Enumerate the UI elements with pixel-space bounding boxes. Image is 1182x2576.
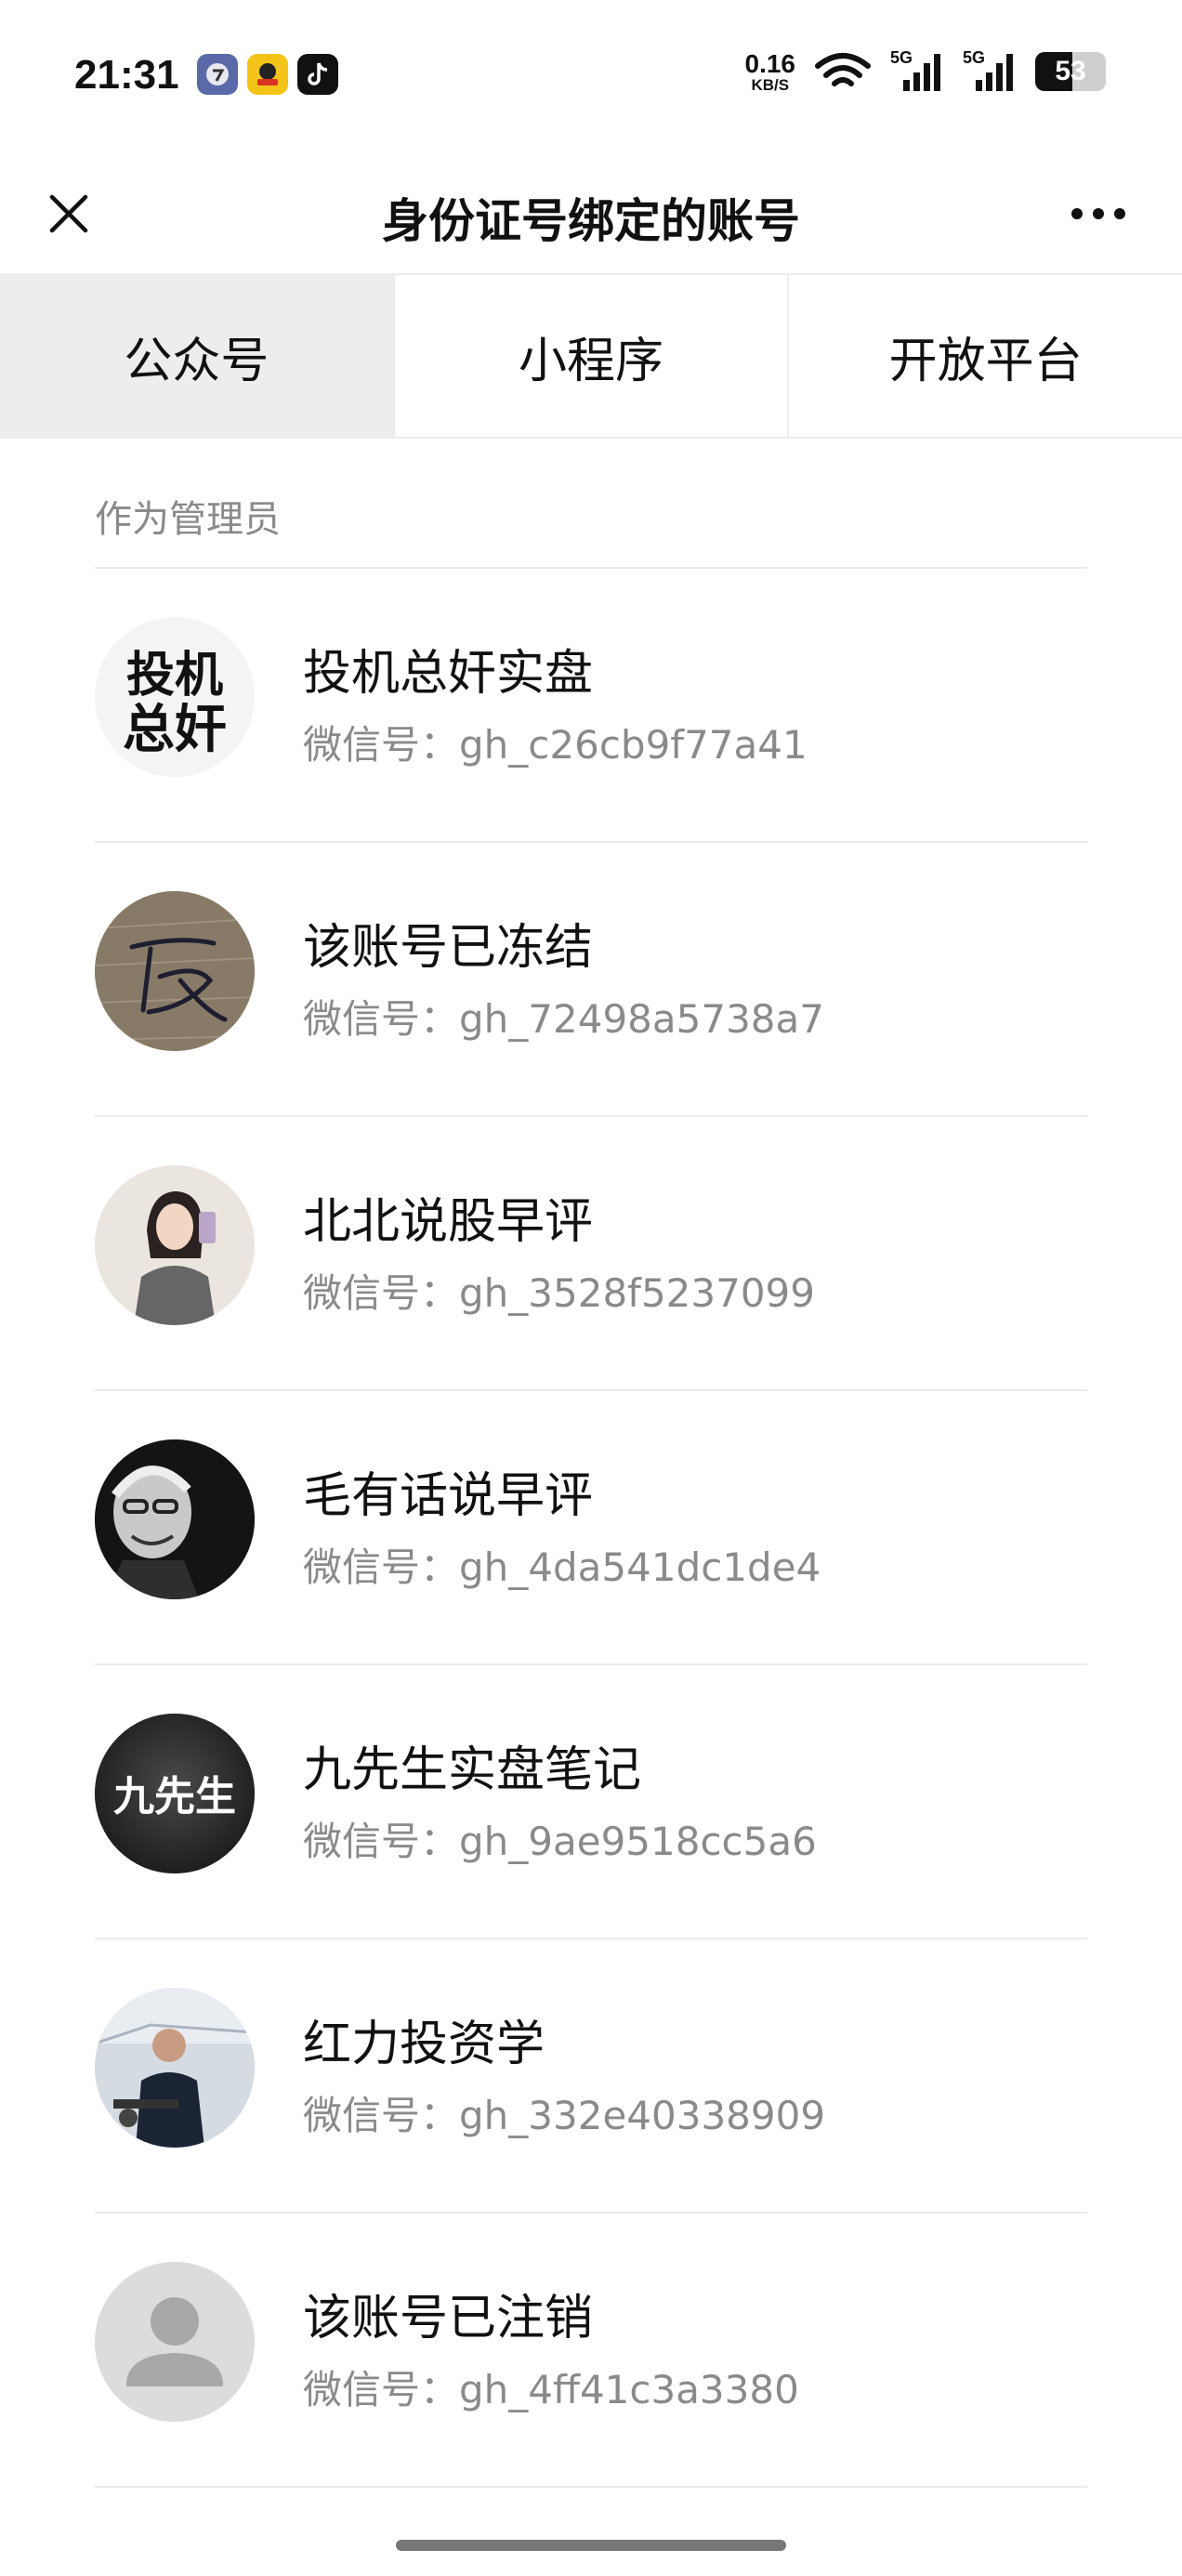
list-item[interactable]: 红力投资学 微信号：gh_332e40338909	[95, 1939, 1087, 2214]
account-wechat-id: 微信号：gh_4da541dc1de4	[303, 1544, 821, 1590]
tab-bar: 公众号 小程序 开放平台	[0, 273, 1182, 439]
avatar	[95, 1988, 255, 2148]
wifi-icon	[815, 53, 871, 86]
avatar: 九先生	[95, 1714, 255, 1873]
section-label: 作为管理员	[95, 498, 281, 541]
avatar: 投机 总奸	[95, 617, 255, 777]
account-wechat-id: 微信号：gh_9ae9518cc5a6	[303, 1819, 817, 1864]
signal-5g-icon-1: 5G	[890, 48, 944, 93]
nav-header: 身份证号绑定的账号	[0, 149, 1182, 273]
account-wechat-id: 微信号：gh_72498a5738a7	[303, 996, 824, 1042]
app-notification-icon-1	[197, 54, 238, 95]
avatar	[95, 1165, 255, 1325]
account-wechat-id: 微信号：gh_3528f5237099	[303, 1270, 816, 1316]
account-name: 该账号已注销	[303, 2291, 594, 2346]
account-wechat-id: 微信号：gh_c26cb9f77a41	[303, 722, 808, 768]
svg-text:总奸: 总奸	[123, 699, 227, 760]
tab-mini-programs[interactable]: 小程序	[394, 275, 790, 437]
account-wechat-id: 微信号：gh_332e40338909	[303, 2093, 826, 2138]
list-item[interactable]: 该账号已注销 微信号：gh_4ff41c3a3380	[95, 2214, 1087, 2488]
status-time: 21:31	[74, 52, 179, 98]
network-speed-value: 0.16	[744, 48, 796, 78]
battery-level: 53	[1055, 56, 1086, 86]
status-indicators: 0.16 KB/S 5G 5G 53	[744, 48, 1106, 94]
default-avatar-icon	[95, 2262, 255, 2422]
list-item[interactable]: 该账号已冻结 微信号：gh_72498a5738a7	[95, 843, 1087, 1117]
tab-official-accounts[interactable]: 公众号	[0, 275, 395, 437]
account-name: 该账号已冻结	[303, 920, 594, 976]
battery-indicator: 53	[1035, 52, 1106, 91]
list-item[interactable]: 北北说股早评 微信号：gh_3528f5237099	[95, 1117, 1087, 1391]
home-indicator[interactable]	[396, 2540, 786, 2551]
account-name: 投机总奸实盘	[303, 646, 594, 702]
page-title: 身份证号绑定的账号	[382, 194, 800, 248]
notification-icons	[197, 54, 338, 95]
avatar-calligraphy-text: 投机	[126, 647, 223, 703]
more-button[interactable]	[1052, 177, 1145, 251]
avatar	[95, 891, 255, 1051]
account-name: 毛有话说早评	[303, 1468, 594, 1524]
signal-5g-icon-2: 5G	[963, 48, 1017, 93]
more-icon	[1071, 208, 1125, 219]
account-wechat-id: 微信号：gh_4ff41c3a3380	[303, 2367, 799, 2412]
list-item[interactable]: 投机 总奸 投机总奸实盘 微信号：gh_c26cb9f77a41	[95, 569, 1087, 843]
list-item[interactable]: 九先生 九先生实盘笔记 微信号：gh_9ae9518cc5a6	[95, 1665, 1087, 1939]
account-name: 红力投资学	[303, 2017, 545, 2072]
account-name: 九先生实盘笔记	[303, 1742, 642, 1798]
network-speed: 0.16 KB/S	[744, 48, 796, 94]
account-list: 投机 总奸 投机总奸实盘 微信号：gh_c26cb9f77a41 该账号已冻结 …	[95, 569, 1087, 2488]
avatar-text: 九先生	[113, 1773, 236, 1820]
list-item[interactable]: 毛有话说早评 微信号：gh_4da541dc1de4	[95, 1391, 1087, 1665]
app-notification-icon-2	[247, 54, 288, 95]
tab-open-platform[interactable]: 开放平台	[789, 275, 1182, 437]
tiktok-icon	[297, 54, 338, 95]
status-bar: 21:31 0.16 KB/S 5G 5G 53	[0, 0, 1182, 149]
account-name: 北北说股早评	[303, 1194, 594, 1250]
avatar	[95, 1439, 255, 1599]
network-speed-unit: KB/S	[751, 75, 790, 94]
